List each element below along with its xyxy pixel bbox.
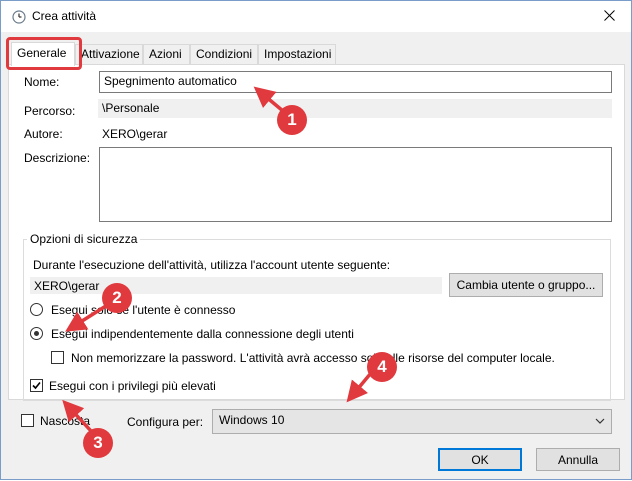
tab-triggers[interactable]: Attivazione — [75, 44, 143, 64]
chevron-down-icon — [595, 415, 605, 429]
tab-actions[interactable]: Azioni — [143, 44, 190, 64]
close-button[interactable] — [587, 1, 631, 32]
name-label: Nome: — [24, 75, 60, 89]
configure-for-value: Windows 10 — [219, 413, 285, 427]
run-independent-radio[interactable] — [30, 327, 43, 340]
change-user-button[interactable]: Cambia utente o gruppo... — [449, 273, 603, 297]
path-value: \Personale — [98, 99, 612, 118]
configure-for-label: Configura per: — [127, 415, 204, 429]
close-icon — [603, 9, 615, 24]
security-options-legend: Opzioni di sicurezza — [27, 232, 141, 246]
checkmark-icon — [32, 381, 41, 390]
annotation-badge-2: 2 — [102, 283, 132, 313]
no-store-password-checkbox[interactable] — [51, 351, 64, 364]
annotation-badge-1: 1 — [277, 105, 307, 135]
author-label: Autore: — [24, 127, 63, 141]
name-input[interactable]: Spegnimento automatico — [99, 71, 612, 93]
ok-button[interactable]: OK — [438, 448, 522, 471]
window-title: Crea attività — [32, 9, 97, 23]
user-account-value: XERO\gerar — [30, 277, 442, 294]
tab-settings[interactable]: Impostazioni — [258, 44, 336, 64]
run-independent-label[interactable]: Esegui indipendentemente dalla connessio… — [51, 327, 354, 341]
hidden-checkbox[interactable] — [21, 414, 34, 427]
run-logged-on-radio[interactable] — [30, 303, 43, 316]
create-task-dialog: Crea attività Generale Attivazione Azion… — [0, 0, 632, 480]
configure-for-select[interactable]: Windows 10 — [212, 409, 612, 434]
description-input[interactable] — [99, 147, 612, 222]
run-logged-on-label[interactable]: Esegui solo se l'utente è connesso — [51, 303, 235, 317]
annotation-badge-4: 4 — [367, 352, 397, 382]
tab-conditions[interactable]: Condizioni — [190, 44, 258, 64]
path-label: Percorso: — [24, 104, 76, 118]
tab-highlight-box — [6, 37, 82, 70]
cancel-button[interactable]: Annulla — [536, 448, 620, 471]
annotation-badge-3: 3 — [83, 428, 113, 458]
description-label: Descrizione: — [24, 151, 91, 165]
highest-privileges-checkbox[interactable] — [30, 379, 43, 392]
title-bar: Crea attività — [1, 1, 631, 32]
highest-privileges-label[interactable]: Esegui con i privilegi più elevati — [49, 379, 216, 393]
account-description: Durante l'esecuzione dell'attività, util… — [33, 258, 391, 272]
hidden-label[interactable]: Nascosta — [40, 414, 90, 428]
clock-icon — [12, 10, 26, 24]
no-store-password-label[interactable]: Non memorizzare la password. L'attività … — [71, 351, 555, 365]
author-value: XERO\gerar — [102, 127, 168, 141]
